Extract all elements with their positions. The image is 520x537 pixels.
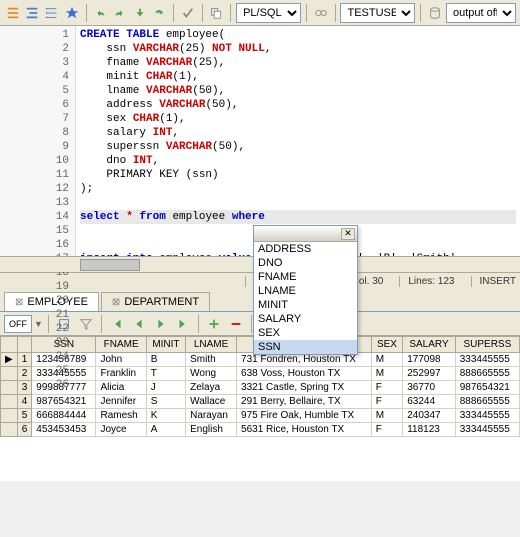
first-icon[interactable] bbox=[107, 314, 127, 334]
separator bbox=[420, 4, 421, 22]
status-mode: INSERT bbox=[471, 276, 517, 287]
popup-item[interactable]: MINIT bbox=[254, 298, 357, 312]
link-icon[interactable] bbox=[312, 3, 330, 23]
separator bbox=[306, 4, 307, 22]
code-editor[interactable]: 1234567891011121314151617181920212223242… bbox=[0, 26, 520, 256]
language-combo[interactable]: PL/SQL bbox=[236, 3, 301, 23]
last-icon[interactable] bbox=[173, 314, 193, 334]
separator bbox=[86, 4, 87, 22]
tree-icon[interactable] bbox=[43, 3, 61, 23]
separator bbox=[202, 4, 203, 22]
table-row[interactable]: 6453453453JoyceAEnglish5631 Rice, Housto… bbox=[1, 423, 520, 437]
popup-item[interactable]: SEX bbox=[254, 326, 357, 340]
user-combo[interactable]: TESTUSER bbox=[340, 3, 415, 23]
popup-titlebar: ✕ bbox=[254, 226, 357, 242]
table-row[interactable]: 4987654321JenniferSWallace291 Berry, Bel… bbox=[1, 395, 520, 409]
col-header[interactable]: FNAME bbox=[96, 337, 146, 353]
db-icon[interactable] bbox=[426, 3, 444, 23]
table-row[interactable]: 2333445555FranklinTWong638 Voss, Houston… bbox=[1, 367, 520, 381]
table-row[interactable]: 3999887777AliciaJZelaya3321 Castle, Spri… bbox=[1, 381, 520, 395]
popup-list[interactable]: ADDRESSDNOFNAMELNAMEMINITSALARYSEXSSN bbox=[254, 242, 357, 354]
redo-icon[interactable] bbox=[111, 3, 129, 23]
down-icon[interactable] bbox=[131, 3, 149, 23]
popup-item[interactable]: ADDRESS bbox=[254, 242, 357, 256]
popup-item[interactable]: SALARY bbox=[254, 312, 357, 326]
del-row-icon[interactable] bbox=[226, 314, 246, 334]
autocomplete-popup: ✕ ADDRESSDNOFNAMELNAMEMINITSALARYSEXSSN bbox=[253, 225, 358, 355]
popup-item[interactable]: LNAME bbox=[254, 284, 357, 298]
star-icon[interactable] bbox=[63, 3, 81, 23]
indent-icon[interactable] bbox=[24, 3, 42, 23]
add-row-icon[interactable] bbox=[204, 314, 224, 334]
status-lines: Lines: 123 bbox=[399, 276, 454, 287]
separator bbox=[335, 4, 336, 22]
undo-icon[interactable] bbox=[92, 3, 110, 23]
line-gutter: 1234567891011121314151617181920212223242… bbox=[0, 26, 76, 256]
result-grid[interactable]: SSNFNAMEMINITLNAMEADDRESSSEXSALARYSUPERS… bbox=[0, 336, 520, 481]
col-header[interactable]: LNAME bbox=[186, 337, 237, 353]
output-combo[interactable]: output off bbox=[446, 3, 516, 23]
copy-icon[interactable] bbox=[208, 3, 226, 23]
col-header[interactable]: SUPERSS bbox=[455, 337, 519, 353]
col-header[interactable]: SEX bbox=[371, 337, 403, 353]
popup-item[interactable]: DNO bbox=[254, 256, 357, 270]
close-icon[interactable]: ✕ bbox=[341, 228, 355, 240]
col-header[interactable]: MINIT bbox=[146, 337, 185, 353]
table-row[interactable]: 5666884444RameshKNarayan975 Fire Oak, Hu… bbox=[1, 409, 520, 423]
list-icon[interactable] bbox=[4, 3, 22, 23]
filter-icon[interactable] bbox=[76, 314, 96, 334]
prev-icon[interactable] bbox=[129, 314, 149, 334]
separator bbox=[230, 4, 231, 22]
code-area[interactable]: CREATE TABLE employee( ssn VARCHAR(25) N… bbox=[76, 26, 520, 256]
check-icon[interactable] bbox=[179, 3, 197, 23]
col-header[interactable]: SALARY bbox=[403, 337, 456, 353]
separator bbox=[173, 4, 174, 22]
tab-close-icon[interactable]: ⊠ bbox=[112, 297, 120, 308]
next-icon[interactable] bbox=[151, 314, 171, 334]
tab-department[interactable]: ⊠DEPARTMENT bbox=[101, 292, 210, 311]
refresh-icon[interactable] bbox=[150, 3, 168, 23]
popup-item[interactable]: SSN bbox=[254, 340, 357, 354]
popup-item[interactable]: FNAME bbox=[254, 270, 357, 284]
scroll-thumb[interactable] bbox=[80, 259, 140, 271]
main-toolbar: PL/SQL TESTUSER output off bbox=[0, 0, 520, 26]
